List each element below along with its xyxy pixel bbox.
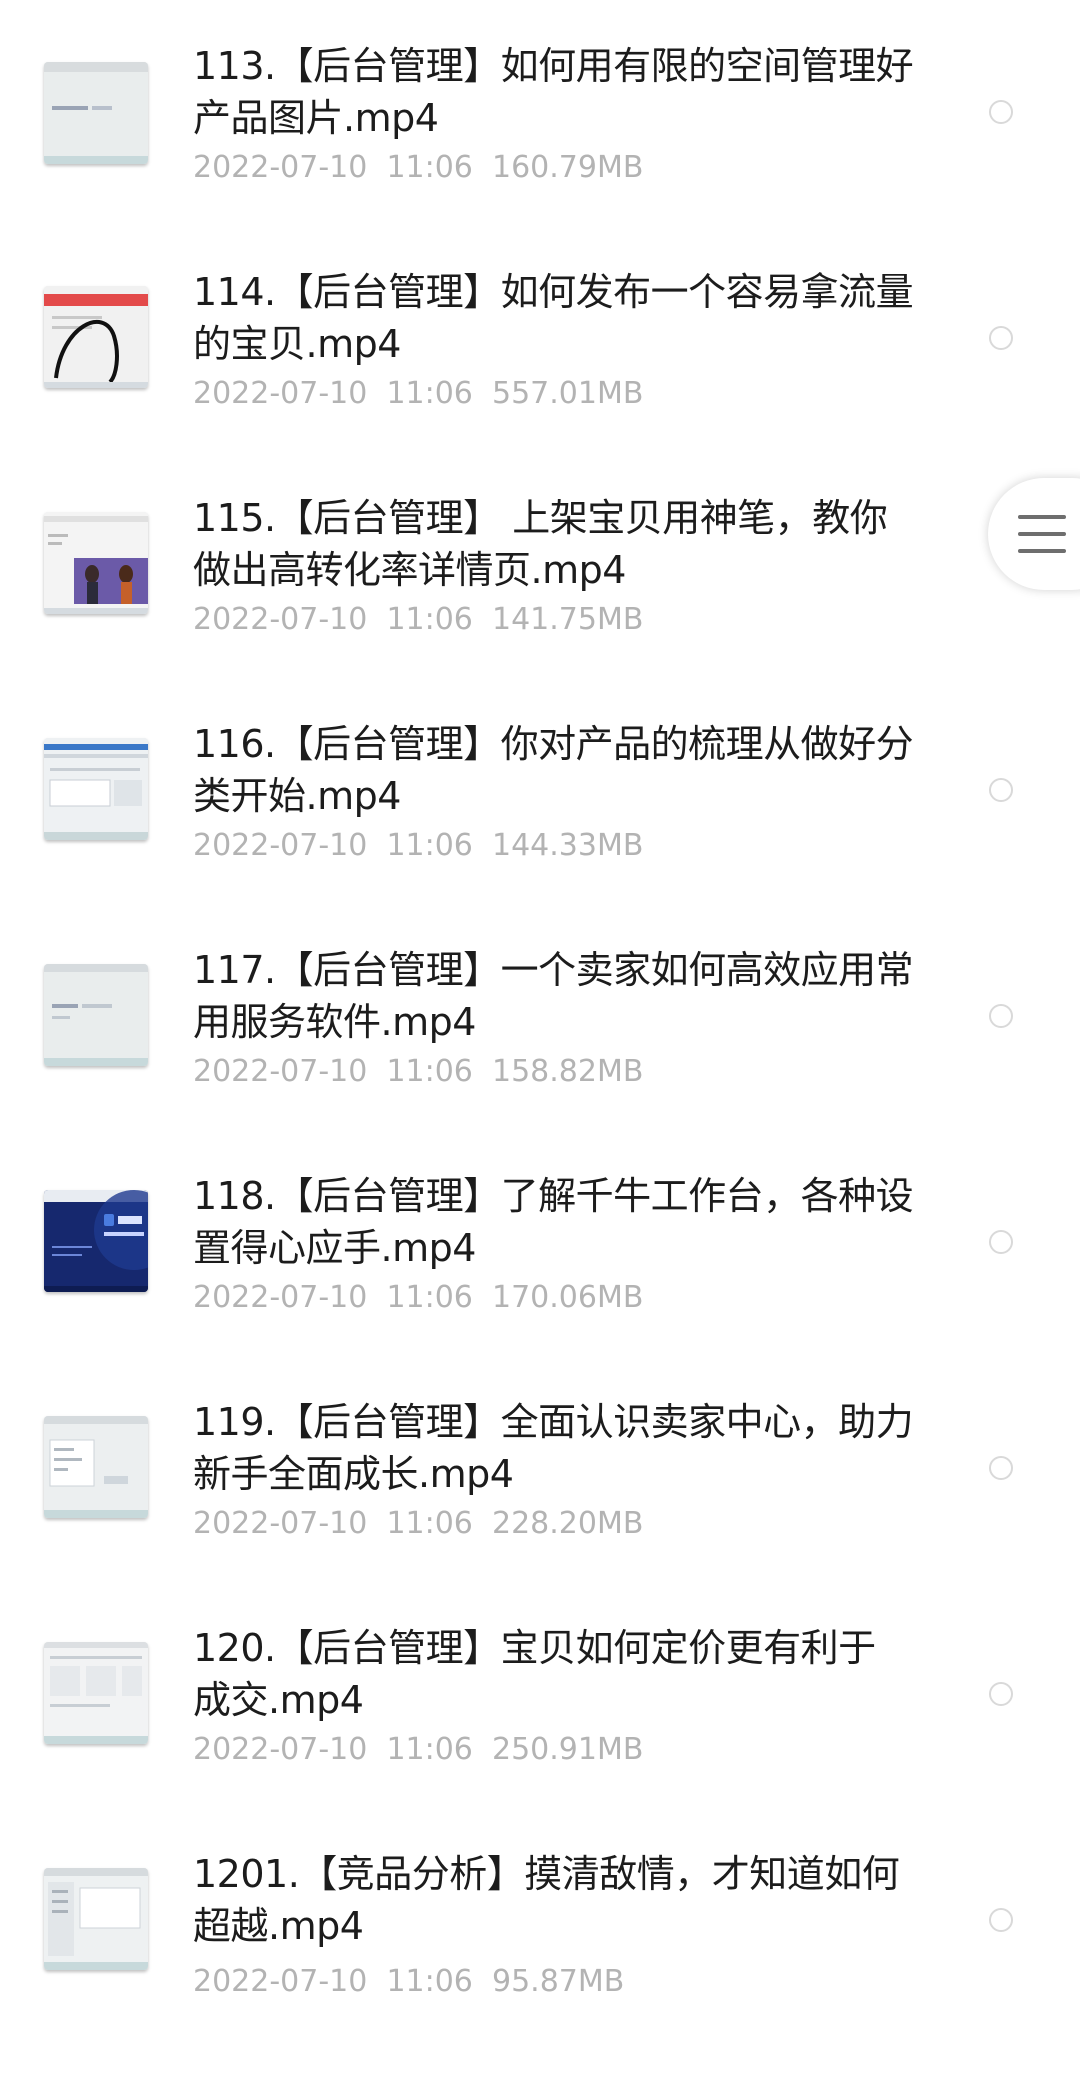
file-time: 11:06 xyxy=(386,1964,473,1999)
file-time: 11:06 xyxy=(386,828,473,863)
file-title-line: 1201.【竞品分析】摸清敌情，才知道如何 xyxy=(193,1852,900,1896)
file-list-item[interactable]: 119.【后台管理】全面认识卖家中心，助力 新手全面成长.mp4 2022-07… xyxy=(0,1396,1080,1622)
file-title: 116.【后台管理】你对产品的梳理从做好分 类开始.mp4 xyxy=(193,718,933,822)
file-size: 141.75MB xyxy=(491,602,644,637)
select-radio-button[interactable] xyxy=(989,1456,1013,1480)
file-title-line: 超越.mp4 xyxy=(193,1904,364,1948)
file-title-line: 115.【后台管理】 上架宝贝用神笔，教你 xyxy=(193,496,888,540)
file-size: 228.20MB xyxy=(491,1506,644,1541)
file-meta: 2022-07-10 11:06 557.01MB xyxy=(193,374,643,414)
file-list-item[interactable]: 118.【后台管理】了解千牛工作台，各种设 置得心应手.mp4 2022-07-… xyxy=(0,1170,1080,1396)
file-time: 11:06 xyxy=(386,1732,473,1767)
file-title-line: 117.【后台管理】一个卖家如何高效应用常 xyxy=(193,948,914,992)
file-meta: 2022-07-10 11:06 160.79MB xyxy=(193,148,643,188)
file-list-item[interactable]: 120.【后台管理】宝贝如何定价更有利于 成交.mp4 2022-07-10 1… xyxy=(0,1622,1080,1848)
file-meta: 2022-07-10 11:06 228.20MB xyxy=(193,1504,643,1544)
select-radio-button[interactable] xyxy=(989,1230,1013,1254)
file-title-line: 类开始.mp4 xyxy=(193,774,401,818)
file-title: 114.【后台管理】如何发布一个容易拿流量 的宝贝.mp4 xyxy=(193,266,933,370)
select-radio-button[interactable] xyxy=(989,100,1013,124)
file-title: 117.【后台管理】一个卖家如何高效应用常 用服务软件.mp4 xyxy=(193,944,933,1048)
file-date: 2022-07-10 xyxy=(193,376,368,411)
file-title-line: 116.【后台管理】你对产品的梳理从做好分 xyxy=(193,722,914,766)
file-title: 115.【后台管理】 上架宝贝用神笔，教你 做出高转化率详情页.mp4 xyxy=(193,492,933,596)
file-title-line: 用服务软件.mp4 xyxy=(193,1000,476,1044)
file-title-line: 118.【后台管理】了解千牛工作台，各种设 xyxy=(193,1174,914,1218)
file-time: 11:06 xyxy=(386,376,473,411)
file-title-line: 120.【后台管理】宝贝如何定价更有利于 xyxy=(193,1626,876,1670)
file-time: 11:06 xyxy=(386,1506,473,1541)
file-list-item[interactable]: 1201.【竞品分析】摸清敌情，才知道如何 超越.mp4 2022-07-10 … xyxy=(0,1848,1080,2074)
hamburger-menu-icon xyxy=(1018,515,1066,553)
file-meta: 2022-07-10 11:06 250.91MB xyxy=(193,1730,643,1770)
file-title-line: 做出高转化率详情页.mp4 xyxy=(193,548,626,592)
video-thumbnail-icon xyxy=(44,62,148,164)
video-thumbnail-icon xyxy=(44,286,148,388)
file-date: 2022-07-10 xyxy=(193,1732,368,1767)
file-title: 120.【后台管理】宝贝如何定价更有利于 成交.mp4 xyxy=(193,1622,933,1726)
file-title: 118.【后台管理】了解千牛工作台，各种设 置得心应手.mp4 xyxy=(193,1170,933,1274)
file-time: 11:06 xyxy=(386,602,473,637)
file-time: 11:06 xyxy=(386,1280,473,1315)
file-title: 1201.【竞品分析】摸清敌情，才知道如何 超越.mp4 xyxy=(193,1848,933,1952)
file-meta: 2022-07-10 11:06 170.06MB xyxy=(193,1278,643,1318)
file-meta: 2022-07-10 11:06 144.33MB xyxy=(193,826,643,866)
file-title: 119.【后台管理】全面认识卖家中心，助力 新手全面成长.mp4 xyxy=(193,1396,933,1500)
file-meta: 2022-07-10 11:06 95.87MB xyxy=(193,1962,624,2002)
file-title-line: 119.【后台管理】全面认识卖家中心，助力 xyxy=(193,1400,914,1444)
file-list-item[interactable]: 117.【后台管理】一个卖家如何高效应用常 用服务软件.mp4 2022-07-… xyxy=(0,944,1080,1170)
file-meta: 2022-07-10 11:06 141.75MB xyxy=(193,600,643,640)
file-title-line: 成交.mp4 xyxy=(193,1678,364,1722)
file-date: 2022-07-10 xyxy=(193,150,368,185)
file-date: 2022-07-10 xyxy=(193,1964,368,1999)
file-size: 250.91MB xyxy=(491,1732,644,1767)
select-radio-button[interactable] xyxy=(989,778,1013,802)
file-size: 557.01MB xyxy=(491,376,644,411)
file-size: 95.87MB xyxy=(491,1964,625,1999)
video-thumbnail-icon xyxy=(44,1190,148,1292)
file-size: 160.79MB xyxy=(491,150,644,185)
file-date: 2022-07-10 xyxy=(193,828,368,863)
file-title-line: 置得心应手.mp4 xyxy=(193,1226,476,1270)
file-list: 113.【后台管理】如何用有限的空间管理好 产品图片.mp4 2022-07-1… xyxy=(0,0,1080,2008)
file-date: 2022-07-10 xyxy=(193,1054,368,1089)
file-list-item[interactable]: 116.【后台管理】你对产品的梳理从做好分 类开始.mp4 2022-07-10… xyxy=(0,718,1080,944)
file-size: 144.33MB xyxy=(491,828,644,863)
file-size: 170.06MB xyxy=(491,1280,644,1315)
file-title-line: 113.【后台管理】如何用有限的空间管理好 xyxy=(193,44,914,88)
file-size: 158.82MB xyxy=(491,1054,644,1089)
file-title-line: 产品图片.mp4 xyxy=(193,96,439,140)
file-list-item[interactable]: 113.【后台管理】如何用有限的空间管理好 产品图片.mp4 2022-07-1… xyxy=(0,40,1080,266)
file-list-item[interactable]: 115.【后台管理】 上架宝贝用神笔，教你 做出高转化率详情页.mp4 2022… xyxy=(0,492,1080,718)
video-thumbnail-icon xyxy=(44,1868,148,1970)
select-radio-button[interactable] xyxy=(989,1682,1013,1706)
select-radio-button[interactable] xyxy=(989,326,1013,350)
file-title-line: 的宝贝.mp4 xyxy=(193,322,401,366)
select-radio-button[interactable] xyxy=(989,1004,1013,1028)
file-title-line: 114.【后台管理】如何发布一个容易拿流量 xyxy=(193,270,914,314)
file-time: 11:06 xyxy=(386,150,473,185)
video-thumbnail-icon xyxy=(44,964,148,1066)
file-date: 2022-07-10 xyxy=(193,1280,368,1315)
file-title-line: 新手全面成长.mp4 xyxy=(193,1452,514,1496)
file-title: 113.【后台管理】如何用有限的空间管理好 产品图片.mp4 xyxy=(193,40,933,144)
file-list-item[interactable]: 114.【后台管理】如何发布一个容易拿流量 的宝贝.mp4 2022-07-10… xyxy=(0,266,1080,492)
video-thumbnail-icon xyxy=(44,1642,148,1744)
file-time: 11:06 xyxy=(386,1054,473,1089)
file-date: 2022-07-10 xyxy=(193,1506,368,1541)
video-thumbnail-icon xyxy=(44,1416,148,1518)
file-meta: 2022-07-10 11:06 158.82MB xyxy=(193,1052,643,1092)
file-date: 2022-07-10 xyxy=(193,602,368,637)
select-radio-button[interactable] xyxy=(989,1908,1013,1932)
video-thumbnail-icon xyxy=(44,512,148,614)
video-thumbnail-icon xyxy=(44,738,148,840)
